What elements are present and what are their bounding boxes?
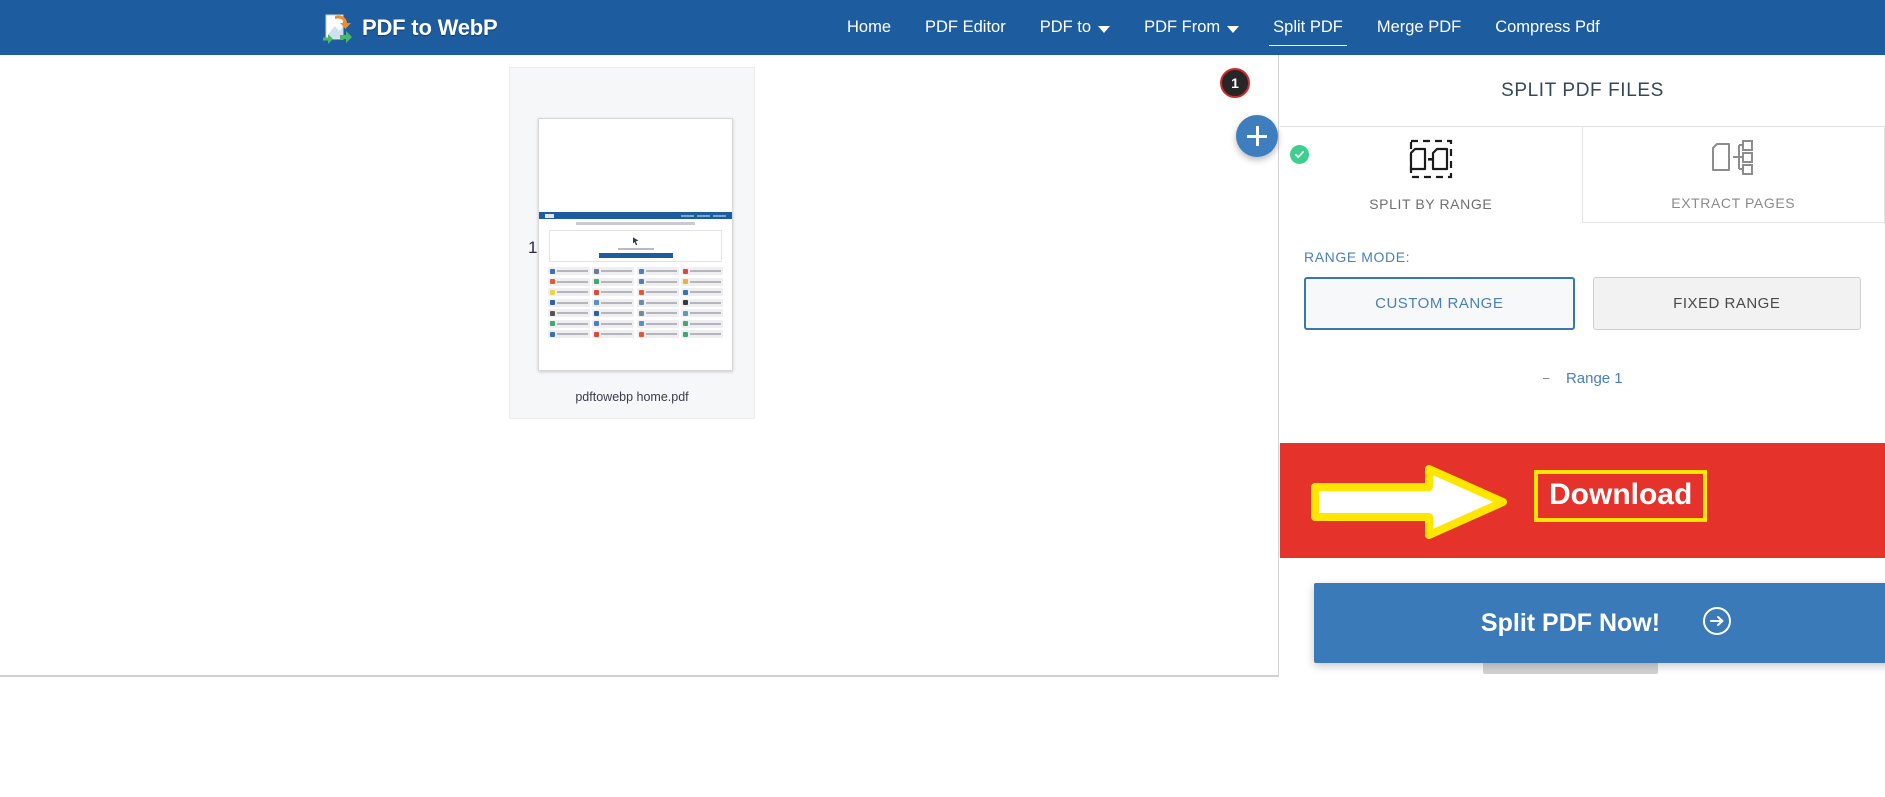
preview-logo-icon	[545, 213, 554, 218]
pdf-to-webp-logo-icon	[322, 11, 356, 45]
nav-item-merge-pdf[interactable]: Merge PDF	[1360, 12, 1478, 43]
range-item[interactable]: − Range 1	[1542, 370, 1622, 387]
range-item-label: Range 1	[1565, 370, 1623, 387]
preview-tool-tile	[636, 288, 679, 296]
yellow-right-arrow-icon	[1311, 465, 1507, 539]
thumbnail-filename: pdftowebp home.pdf	[575, 390, 689, 404]
nav-item-label: Split PDF	[1273, 18, 1343, 36]
preview-tool-tile	[548, 267, 590, 275]
preview-tool-tile	[636, 267, 679, 275]
mode-tabs: SPLIT BY RANGE EXTRACT PAGES	[1280, 127, 1885, 223]
preview-subtitle	[575, 222, 696, 225]
split-pdf-now-button[interactable]: Split PDF Now!	[1314, 583, 1885, 663]
tab-extract-pages[interactable]: EXTRACT PAGES	[1581, 127, 1885, 223]
preview-tool-tile	[636, 309, 679, 317]
tab-label: SPLIT BY RANGE	[1369, 195, 1493, 212]
nav-item-label: Home	[847, 18, 892, 36]
panel-title: SPLIT PDF FILES	[1280, 55, 1885, 127]
preview-tool-tile	[548, 298, 590, 307]
preview-nav-item	[681, 214, 694, 217]
preview-tool-tile	[681, 309, 723, 317]
pdf-page-preview-content	[539, 212, 732, 338]
tab-split-by-range[interactable]: SPLIT BY RANGE	[1280, 127, 1582, 223]
range-list: − Range 1	[1304, 370, 1861, 388]
preview-dropzone	[549, 230, 722, 262]
nav-item-label: Merge PDF	[1376, 18, 1462, 36]
preview-tool-tile	[636, 277, 679, 286]
app-root: PDF to WebP Home PDF Editor PDF to PDF F…	[0, 0, 1885, 797]
top-navbar: PDF to WebP Home PDF Editor PDF to PDF F…	[0, 0, 1885, 55]
range-mode-buttons: CUSTOM RANGE FIXED RANGE	[1304, 277, 1861, 330]
preview-tool-tile	[548, 277, 590, 286]
custom-range-button[interactable]: CUSTOM RANGE	[1304, 277, 1575, 330]
preview-tool-tile	[681, 319, 723, 328]
nav-links: Home PDF Editor PDF to PDF From Split PD…	[830, 0, 1617, 55]
minus-icon[interactable]: −	[1542, 371, 1550, 386]
custom-range-label: CUSTOM RANGE	[1375, 295, 1504, 312]
preview-tool-tile	[592, 330, 635, 338]
preview-tool-tile	[681, 298, 723, 307]
add-file-button[interactable]	[1236, 115, 1278, 157]
range-mode-label: RANGE MODE:	[1304, 249, 1411, 265]
cursor-icon	[632, 237, 639, 245]
chevron-down-icon	[1098, 25, 1111, 33]
fixed-range-button[interactable]: FIXED RANGE	[1592, 277, 1861, 330]
nav-item-label: PDF Editor	[925, 18, 1006, 36]
extract-pages-icon	[1709, 138, 1757, 183]
thumbnail-page-number: 1	[528, 238, 538, 257]
preview-tool-tile	[592, 298, 635, 307]
file-count-badge: 1	[1220, 68, 1250, 98]
preview-tool-grid	[548, 267, 723, 338]
preview-tool-tile	[636, 319, 679, 328]
nav-item-home[interactable]: Home	[830, 12, 908, 43]
preview-tool-tile	[681, 330, 723, 338]
preview-dropzone-button	[598, 253, 673, 258]
download-label: Download	[1549, 478, 1693, 511]
chevron-down-icon	[1227, 25, 1240, 33]
nav-item-compress-pdf[interactable]: Compress Pdf	[1478, 12, 1617, 43]
preview-tool-tile	[592, 309, 635, 317]
navbar-inner: PDF to WebP Home PDF Editor PDF to PDF F…	[0, 0, 1885, 55]
fixed-range-label: FIXED RANGE	[1673, 295, 1781, 312]
nav-item-label: PDF to	[1039, 18, 1092, 36]
preview-tool-tile	[548, 319, 590, 328]
preview-navbar	[539, 212, 732, 219]
download-annotation-overlay: Download	[1280, 443, 1885, 558]
split-by-range-icon	[1407, 139, 1455, 184]
preview-tool-tile	[592, 319, 635, 328]
preview-tool-tile	[636, 330, 679, 338]
preview-tool-tile	[681, 288, 723, 296]
pdf-thumbnail-card[interactable]: 1 pdftowebp home.pdf	[509, 67, 755, 419]
nav-item-pdf-from[interactable]: PDF From	[1127, 12, 1256, 43]
preview-nav-item	[713, 214, 726, 217]
check-circle-icon	[1290, 145, 1309, 164]
nav-item-split-pdf[interactable]: Split PDF	[1256, 12, 1360, 46]
preview-tool-tile	[592, 288, 635, 296]
pdf-page-preview	[538, 118, 733, 371]
split-pdf-now-label: Split PDF Now!	[1480, 608, 1661, 637]
preview-tool-tile	[592, 277, 635, 286]
preview-tool-tile	[592, 267, 635, 275]
preview-tool-tile	[636, 298, 679, 307]
nav-item-pdf-editor[interactable]: PDF Editor	[908, 12, 1023, 43]
document-workspace: 1 pdftowebp home.pdf	[0, 55, 1279, 677]
preview-tool-tile	[548, 309, 590, 317]
panel-body: RANGE MODE: CUSTOM RANGE FIXED RANGE − R…	[1280, 223, 1885, 388]
preview-tool-tile	[681, 267, 723, 275]
preview-tool-tile	[548, 288, 590, 296]
preview-tool-tile	[548, 330, 590, 338]
preview-dropzone-text	[617, 248, 654, 250]
tab-label: EXTRACT PAGES	[1671, 195, 1796, 211]
download-button[interactable]: Download	[1534, 470, 1708, 522]
split-pdf-panel: SPLIT PDF FILES SPLIT BY RANGE EXTRACT P…	[1280, 55, 1885, 797]
nav-item-label: PDF From	[1144, 18, 1221, 36]
nav-item-label: Compress Pdf	[1495, 18, 1600, 36]
brand[interactable]: PDF to WebP	[322, 0, 498, 55]
preview-tool-tile	[681, 277, 723, 286]
brand-name: PDF to WebP	[362, 14, 498, 40]
arrow-right-circle-icon	[1702, 606, 1732, 641]
preview-nav-item	[697, 214, 710, 217]
nav-item-pdf-to[interactable]: PDF to	[1023, 12, 1127, 43]
